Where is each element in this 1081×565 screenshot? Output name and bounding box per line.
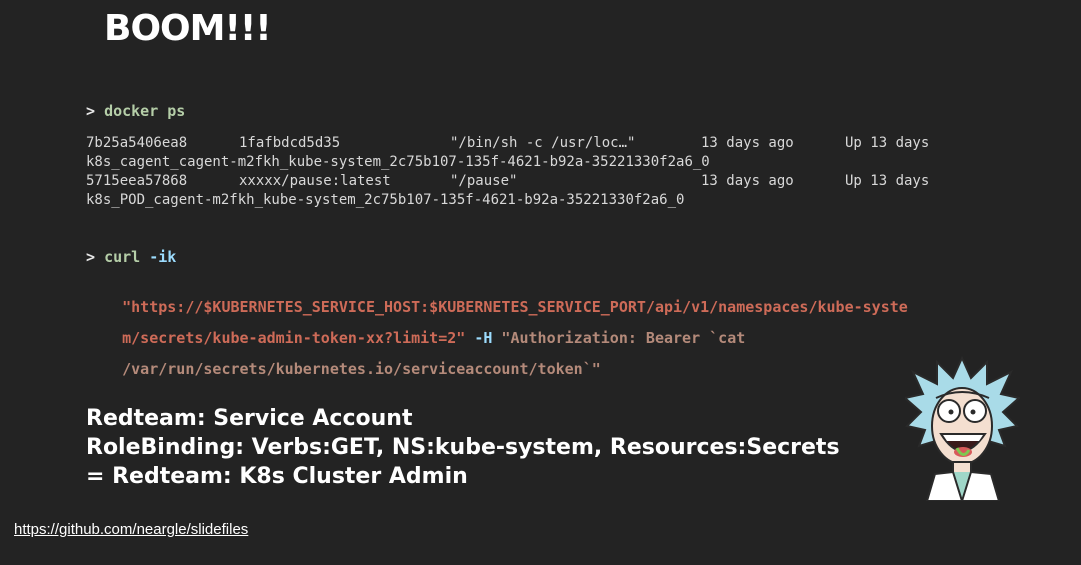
container-image: xxxxx/pause:latest	[239, 173, 391, 189]
docker-ps-output: 7b25a5406ea8 1fafbdcd5d35 "/bin/sh -c /u…	[86, 134, 929, 210]
container-name: k8s_cagent_cagent-m2fkh_kube-system_2c75…	[86, 154, 710, 170]
container-id: 7b25a5406ea8	[86, 135, 188, 151]
curl-command: curl	[104, 248, 141, 266]
container-id: 5715eea57868	[86, 173, 188, 189]
curl-url-line-3: /var/run/secrets/kubernetes.io/serviceac…	[86, 342, 601, 396]
container-status: Up 13 days	[845, 135, 930, 151]
prompt-symbol: >	[86, 248, 96, 266]
container-name: k8s_POD_cagent-m2fkh_kube-system_2c75b10…	[86, 192, 685, 208]
summary-block: Redteam: Service Account RoleBinding: Ve…	[86, 404, 840, 491]
github-link[interactable]: https://github.com/neargle/slidefiles	[14, 521, 248, 538]
container-row: 7b25a5406ea8 1fafbdcd5d35 "/bin/sh -c /u…	[86, 134, 929, 153]
curl-flags: -ik	[149, 248, 177, 266]
summary-line: RoleBinding: Verbs:GET, NS:kube-system, …	[86, 435, 840, 460]
docker-prompt-line: > docker ps	[86, 102, 185, 120]
container-command: "/pause"	[450, 173, 518, 189]
prompt-symbol: >	[86, 102, 96, 120]
container-row: 5715eea57868 xxxxx/pause:latest "/pause"…	[86, 172, 929, 191]
rick-cartoon-icon	[905, 356, 1020, 501]
container-created: 13 days ago	[701, 173, 794, 189]
curl-token-path: /var/run/secrets/kubernetes.io/serviceac…	[122, 360, 601, 378]
container-image: 1fafbdcd5d35	[239, 135, 341, 151]
container-status: Up 13 days	[845, 173, 930, 189]
container-created: 13 days ago	[701, 135, 794, 151]
docker-command: docker ps	[104, 102, 186, 120]
container-name-row: k8s_POD_cagent-m2fkh_kube-system_2c75b10…	[86, 191, 684, 210]
slide-title: BOOM!!!	[104, 8, 272, 49]
slide: BOOM!!! > docker ps 7b25a5406ea8 1fafbdc…	[0, 0, 1081, 565]
container-command: "/bin/sh -c /usr/loc…"	[450, 135, 636, 151]
curl-prompt-line: > curl -ik	[86, 248, 176, 266]
container-name-row: k8s_cagent_cagent-m2fkh_kube-system_2c75…	[86, 153, 710, 172]
summary-line: Redteam: Service Account	[86, 406, 413, 431]
summary-line: = Redteam: K8s Cluster Admin	[86, 464, 468, 489]
